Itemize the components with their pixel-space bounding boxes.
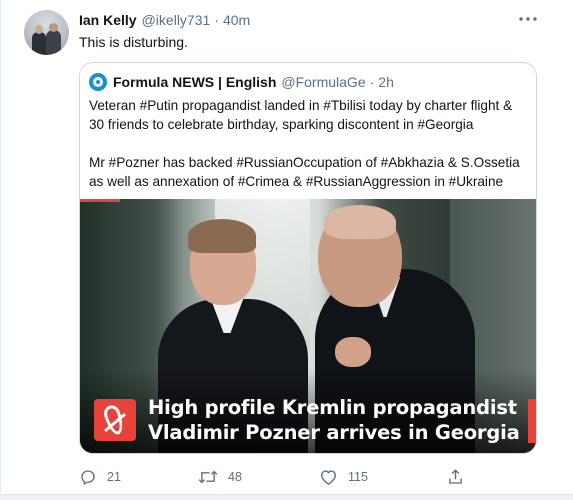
- author-name[interactable]: Ian Kelly: [79, 12, 137, 28]
- separator-dot: ·: [369, 74, 375, 90]
- image-accent-bar: [80, 199, 120, 202]
- formula-logo-icon: [89, 73, 107, 91]
- quoted-text-line: as well as annexation of #Crimea & #Russ…: [89, 174, 504, 189]
- author-handle[interactable]: @ikelly731: [142, 12, 211, 28]
- separator-dot: ·: [214, 12, 219, 28]
- quoted-text-gap: [89, 134, 529, 153]
- more-dots-icon[interactable]: [517, 8, 539, 30]
- tweet-actions: 21 48 115: [79, 468, 479, 486]
- tweet-text: This is disturbing.: [79, 34, 188, 50]
- like-button[interactable]: 115: [319, 468, 368, 486]
- tweet[interactable]: Ian Kelly @ikelly731 · 40m This is distu…: [0, 0, 573, 494]
- retweet-icon: [198, 470, 218, 484]
- like-count: 115: [348, 470, 368, 484]
- quoted-text-line: Veteran #Putin propagandist landed in #T…: [89, 98, 513, 113]
- avatar[interactable]: [24, 10, 69, 55]
- quoted-text-line: 30 friends to celebrate birthday, sparki…: [89, 117, 474, 132]
- quoted-author-handle: @FormulaGe: [281, 74, 366, 90]
- quoted-tweet[interactable]: Formula NEWS | English @FormulaGe · 2h V…: [79, 62, 537, 454]
- tweet-header: Ian Kelly @ikelly731 · 40m: [79, 11, 250, 29]
- retweet-count: 48: [228, 470, 242, 484]
- tweet-time[interactable]: 40m: [223, 12, 250, 28]
- retweet-button[interactable]: 48: [198, 468, 242, 486]
- heart-icon: [321, 470, 336, 485]
- image-headline-line: High profile Kremlin propagandist: [148, 396, 517, 419]
- quoted-tweet-header: Formula NEWS | English @FormulaGe · 2h: [89, 72, 394, 92]
- quoted-tweet-image[interactable]: High profile Kremlin propagandist Vladim…: [80, 199, 536, 453]
- image-headline-line: Vladimir Pozner arrives in Georgia: [148, 421, 520, 444]
- quoted-text-line: Mr #Pozner has backed #RussianOccupation…: [89, 155, 520, 170]
- quoted-tweet-text: Veteran #Putin propagandist landed in #T…: [89, 96, 529, 191]
- quoted-author-name: Formula NEWS | English: [113, 74, 277, 90]
- reply-icon: [81, 470, 95, 485]
- image-headline: High profile Kremlin propagandist Vladim…: [148, 395, 520, 445]
- reply-count: 21: [107, 470, 121, 484]
- share-button[interactable]: [447, 468, 464, 486]
- quoted-tweet-time: 2h: [378, 74, 394, 90]
- reply-button[interactable]: 21: [79, 468, 121, 486]
- timeline-divider: [0, 494, 573, 500]
- share-icon: [449, 469, 462, 484]
- image-accent-bar: [528, 399, 536, 443]
- formula-banner-logo: [94, 399, 136, 441]
